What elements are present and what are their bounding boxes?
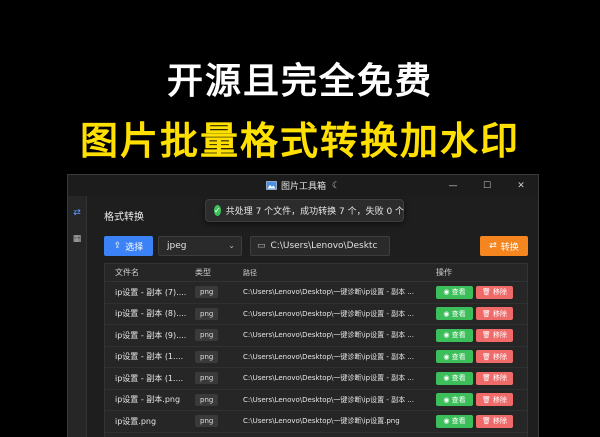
upload-icon: ⇪ bbox=[113, 241, 122, 251]
headline-line-1: 开源且完全免费 bbox=[166, 61, 433, 102]
file-name: ip设置 - 副本 (1.... bbox=[115, 373, 184, 383]
table-row: ip设置 - 副本 (1.... png C:\Users\Lenovo\Des… bbox=[105, 368, 527, 390]
file-type-tag: png bbox=[195, 372, 219, 385]
convert-icon: ⇄ bbox=[489, 241, 497, 251]
sidebar: ⇄ ▦ bbox=[68, 196, 87, 437]
file-path: C:\Users\Lenovo\Desktop\一键诊断\ip设置 - 副本 .… bbox=[243, 374, 415, 383]
output-path-value: C:\Users\Lenovo\Desktc bbox=[270, 241, 378, 251]
view-button[interactable]: ◉ 查看 bbox=[436, 393, 473, 407]
file-path: C:\Users\Lenovo\Desktop\一键诊断\ip设置 - 副本 .… bbox=[243, 309, 415, 318]
remove-button[interactable]: 🗑 移除 bbox=[476, 393, 513, 407]
file-name: ip设置 - 副本 (7).... bbox=[115, 287, 187, 297]
view-button[interactable]: ◉ 查看 bbox=[436, 350, 473, 364]
maximize-button[interactable]: ☐ bbox=[470, 175, 504, 196]
title-bar: 图片工具箱 ☾ — ☐ ✕ bbox=[68, 175, 538, 196]
table-row: ip设置 - 副本 (8).... png C:\Users\Lenovo\De… bbox=[105, 304, 527, 325]
select-label: 选择 bbox=[125, 242, 144, 253]
file-name: ip设置 - 副本.png bbox=[115, 395, 181, 405]
window-title: 图片工具箱 bbox=[280, 182, 326, 192]
table-row: ip设置 - 副本 (1.... png C:\Users\Lenovo\Des… bbox=[105, 347, 527, 368]
file-type-tag: png bbox=[195, 415, 219, 428]
file-path: C:\Users\Lenovo\Desktop\一键诊断\ip设置 - 副本 .… bbox=[243, 352, 415, 361]
remove-button[interactable]: 🗑 移除 bbox=[476, 307, 513, 321]
close-button[interactable]: ✕ bbox=[504, 175, 538, 196]
table-row: ip设置 - 副本 (9).... png C:\Users\Lenovo\De… bbox=[105, 325, 527, 347]
table-row: ip设置 - 副本.png png C:\Users\Lenovo\Deskto… bbox=[105, 390, 527, 411]
remove-button[interactable]: 🗑 移除 bbox=[476, 285, 513, 299]
file-path: C:\Users\Lenovo\Desktop\一键诊断\ip设置.png bbox=[243, 417, 400, 426]
output-path-field[interactable]: ▭ C:\Users\Lenovo\Desktc bbox=[250, 236, 390, 256]
convert-button[interactable]: ⇄ 转换 bbox=[480, 236, 528, 256]
toast-message: 共处理 7 个文件，成功转换 7 个，失败 0 个 bbox=[225, 207, 405, 217]
folder-icon: ▭ bbox=[257, 241, 266, 251]
header-path: 路径 bbox=[243, 268, 257, 277]
image-app-icon bbox=[266, 181, 277, 190]
check-circle-icon: ✓ bbox=[214, 205, 221, 216]
view-button[interactable]: ◉ 查看 bbox=[436, 328, 473, 342]
select-files-button[interactable]: ⇪ 选择 bbox=[104, 236, 153, 256]
header-type: 类型 bbox=[195, 268, 211, 277]
watermark-icon[interactable]: ▦ bbox=[68, 230, 86, 248]
file-name: ip设置.png bbox=[115, 416, 157, 426]
window-controls: — ☐ ✕ bbox=[436, 175, 538, 196]
success-toast: ✓ 共处理 7 个文件，成功转换 7 个，失败 0 个 bbox=[205, 199, 404, 222]
main-content: 格式转换 ✓ 共处理 7 个文件，成功转换 7 个，失败 0 个 ⇪ 选择 jp… bbox=[87, 196, 538, 437]
file-type-tag: png bbox=[195, 350, 219, 363]
format-select[interactable]: jpeg ⌄ bbox=[158, 236, 242, 256]
file-name: ip设置 - 副本 (9).... bbox=[115, 330, 187, 340]
view-button[interactable]: ◉ 查看 bbox=[436, 371, 473, 385]
file-table: 文件名 类型 路径 操作 ip设置 - 副本 (7).... png C:\Us… bbox=[104, 263, 528, 437]
file-path: C:\Users\Lenovo\Desktop\一键诊断\ip设置 - 副本 .… bbox=[243, 331, 415, 340]
table-row: ip设置.png png C:\Users\Lenovo\Desktop\一键诊… bbox=[105, 411, 527, 433]
file-type-tag: png bbox=[195, 393, 219, 406]
remove-button[interactable]: 🗑 移除 bbox=[476, 328, 513, 342]
file-name: ip设置 - 副本 (1.... bbox=[115, 352, 184, 362]
remove-button[interactable]: 🗑 移除 bbox=[476, 350, 513, 364]
remove-button[interactable]: 🗑 移除 bbox=[476, 371, 513, 385]
view-button[interactable]: ◉ 查看 bbox=[436, 414, 473, 428]
file-type-tag: png bbox=[195, 286, 219, 299]
file-path: C:\Users\Lenovo\Desktop\一键诊断\ip设置 - 副本 .… bbox=[243, 395, 415, 404]
header-name: 文件名 bbox=[115, 268, 139, 277]
view-button[interactable]: ◉ 查看 bbox=[436, 285, 473, 299]
view-button[interactable]: ◉ 查看 bbox=[436, 307, 473, 321]
header-ops: 操作 bbox=[436, 268, 452, 277]
chevron-down-icon: ⌄ bbox=[228, 241, 235, 250]
file-path: C:\Users\Lenovo\Desktop\一键诊断\ip设置 - 副本 .… bbox=[243, 288, 415, 297]
app-window: 图片工具箱 ☾ — ☐ ✕ ⇄ ▦ 格式转换 ✓ 共处理 7 个文件，成功转换 … bbox=[67, 174, 539, 437]
convert-label: 转换 bbox=[500, 242, 519, 253]
moon-icon[interactable]: ☾ bbox=[332, 181, 340, 191]
table-header: 文件名 类型 路径 操作 bbox=[105, 264, 527, 282]
file-name: ip设置 - 副本 (8).... bbox=[115, 309, 187, 319]
table-row: ip设置 - 副本 (7).... png C:\Users\Lenovo\De… bbox=[105, 282, 527, 304]
headline-line-2: 图片批量格式转换加水印 bbox=[79, 119, 520, 163]
swap-icon[interactable]: ⇄ bbox=[68, 204, 86, 222]
format-value: jpeg bbox=[167, 241, 187, 251]
minimize-button[interactable]: — bbox=[436, 175, 470, 196]
file-type-tag: png bbox=[195, 307, 219, 320]
toolbar: ⇪ 选择 jpeg ⌄ ▭ C:\Users\Lenovo\Desktc ⇄ 转… bbox=[104, 236, 528, 256]
file-type-tag: png bbox=[195, 329, 219, 342]
remove-button[interactable]: 🗑 移除 bbox=[476, 414, 513, 428]
page-title: 格式转换 bbox=[104, 212, 144, 223]
